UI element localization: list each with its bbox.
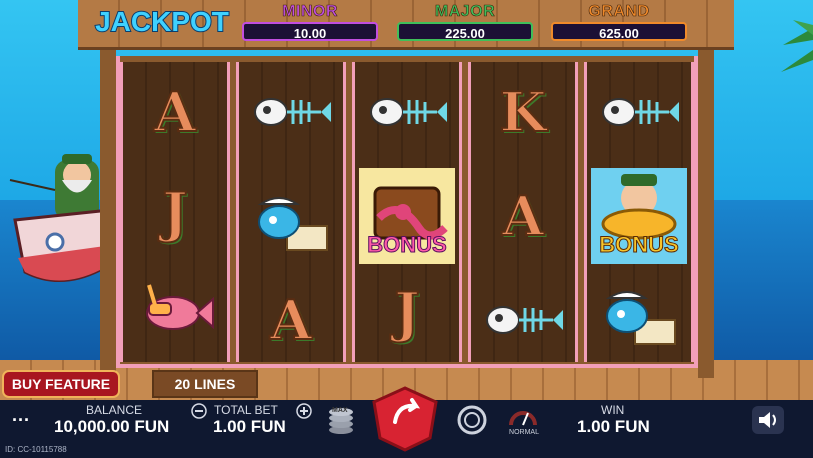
captain-fish-icon (587, 266, 691, 366)
symbol-a: A (269, 287, 313, 353)
symbol-j: J (161, 179, 189, 245)
sound-icon[interactable] (752, 406, 784, 434)
reel-2: A (236, 62, 346, 362)
palm-tree-decoration (781, 20, 813, 72)
svg-text:JACKPOT: JACKPOT (95, 6, 229, 37)
reel-3: BONUS J (352, 62, 462, 362)
cabin-post-left (100, 48, 116, 378)
speed-gauge-icon[interactable] (508, 403, 538, 429)
total-bet-value: 1.00 FUN (213, 417, 286, 436)
speed-mode-label: NORMAL (509, 429, 539, 436)
fish-skeleton-icon (239, 62, 343, 162)
spin-button[interactable] (370, 386, 440, 452)
jackpot-grand-label: GRAND (588, 3, 650, 21)
jackpot-minor: MINOR 10.00 (242, 3, 378, 41)
symbol-j: J (393, 279, 421, 345)
jackpot-minor-label: MINOR (282, 3, 338, 21)
bonus-fisherman-symbol: BONUS (587, 162, 691, 264)
max-bet-button[interactable]: MAX (326, 404, 356, 436)
jackpot-logo: JACKPOT (94, 5, 230, 38)
reel-grid: A J A BONUS J K A BONUS (116, 56, 698, 368)
decrease-bet-icon[interactable] (191, 403, 207, 419)
jackpot-minor-value: 10.00 (242, 22, 378, 41)
reel-1: A J (120, 62, 230, 362)
session-id: ID: CC-10115788 (5, 445, 67, 454)
cabin-post-right (698, 48, 714, 378)
reel-4: K A (468, 62, 578, 362)
fish-skeleton-icon (355, 62, 459, 162)
captain-fish-icon (239, 172, 343, 272)
bonus-label: BONUS (367, 232, 447, 258)
buy-feature-button[interactable]: BUY FEATURE (2, 370, 120, 398)
jackpot-major-value: 225.00 (397, 22, 533, 41)
symbol-k: K (499, 79, 548, 145)
bonus-label: BONUS (599, 232, 679, 258)
symbol-a: A (501, 183, 545, 249)
menu-button[interactable]: ··· (12, 410, 30, 431)
jackpot-grand: GRAND 625.00 (551, 3, 687, 41)
lines-indicator[interactable]: 20 LINES (152, 370, 258, 398)
fisherman-boat (9, 154, 112, 282)
autoplay-icon[interactable] (456, 404, 488, 436)
total-bet-label: TOTAL BET (214, 403, 278, 417)
reel-5: BONUS (584, 62, 694, 362)
max-label: MAX (332, 407, 348, 414)
fish-skeleton-icon (471, 270, 575, 370)
jackpot-major-label: MAJOR (434, 3, 496, 21)
win-value: 1.00 FUN (577, 417, 650, 436)
jackpot-major: MAJOR 225.00 (397, 3, 533, 41)
increase-bet-icon[interactable] (296, 403, 312, 419)
balance-label: BALANCE (86, 403, 143, 417)
symbol-a: A (153, 79, 197, 145)
bonus-chest-symbol: BONUS (355, 162, 459, 264)
win-label: WIN (601, 403, 625, 417)
pink-fish-snorkel-icon (123, 260, 227, 360)
fish-skeleton-icon (587, 62, 691, 162)
balance-value: 10,000.00 FUN (54, 417, 170, 436)
jackpot-grand-value: 625.00 (551, 22, 687, 41)
